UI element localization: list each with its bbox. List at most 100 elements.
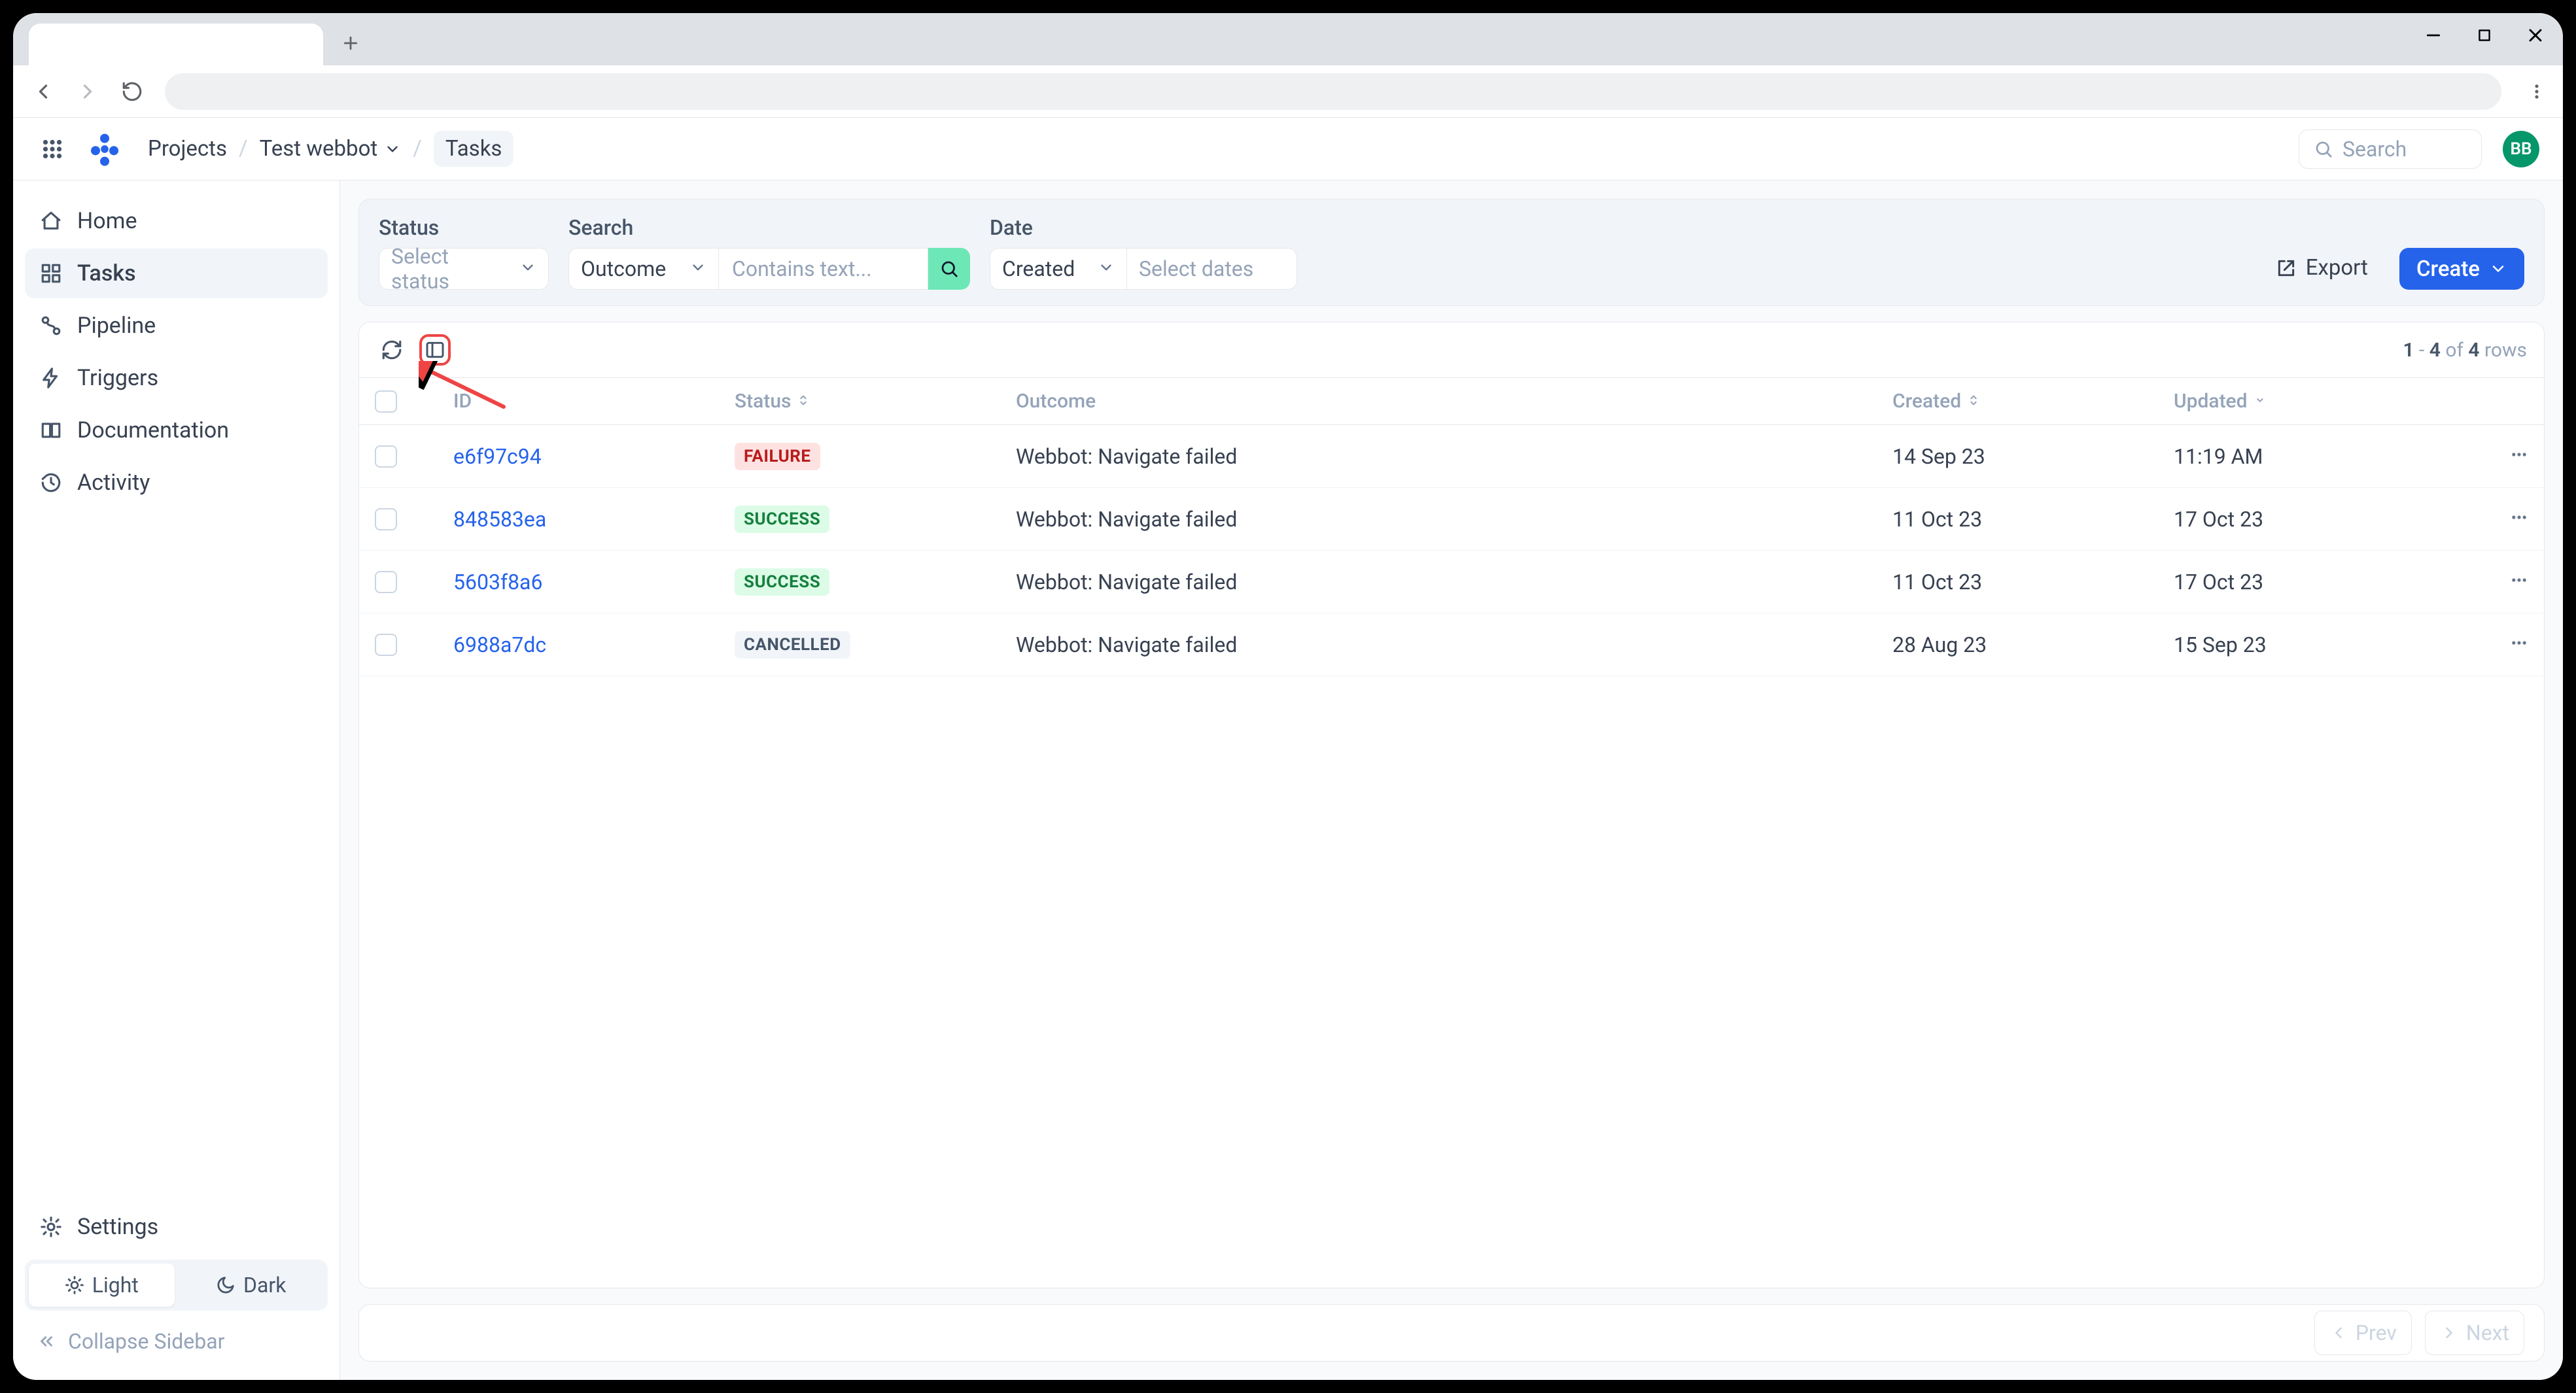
- avatar[interactable]: BB: [2503, 131, 2539, 167]
- app-logo[interactable]: [86, 131, 123, 167]
- sidebar-item-label: Home: [77, 208, 137, 234]
- sidebar-item-triggers[interactable]: Triggers: [25, 353, 328, 403]
- sidebar: Home Tasks Pipeline Triggers: [13, 181, 340, 1380]
- sidebar-item-label: Documentation: [77, 417, 229, 443]
- refresh-button[interactable]: [376, 334, 408, 366]
- chevrons-left-icon: [37, 1332, 56, 1351]
- table-row: 5603f8a6SUCCESSWebbot: Navigate failed11…: [359, 551, 2544, 613]
- close-window-button[interactable]: [2525, 25, 2546, 46]
- chevron-down-icon: [384, 141, 401, 158]
- maximize-button[interactable]: [2474, 25, 2495, 46]
- row-actions-button[interactable]: [2439, 488, 2544, 551]
- sidebar-item-label: Triggers: [77, 365, 158, 391]
- cell-outcome: Webbot: Navigate failed: [1000, 613, 1877, 676]
- sidebar-item-settings[interactable]: Settings: [25, 1202, 328, 1252]
- minimize-button[interactable]: [2423, 25, 2444, 46]
- app-header: Projects / Test webbot / Tasks Search BB: [13, 118, 2563, 181]
- filter-date-input[interactable]: Select dates: [1127, 248, 1297, 290]
- sidebar-item-home[interactable]: Home: [25, 196, 328, 246]
- task-id-link[interactable]: 5603f8a6: [453, 570, 542, 594]
- row-checkbox[interactable]: [375, 634, 397, 656]
- theme-light-label: Light: [92, 1273, 139, 1298]
- pager-next-button[interactable]: Next: [2425, 1311, 2524, 1355]
- status-badge: CANCELLED: [735, 631, 850, 659]
- row-checkbox[interactable]: [375, 508, 397, 530]
- export-label: Export: [2306, 255, 2368, 281]
- nav-back-button[interactable]: [26, 75, 60, 109]
- browser-tab[interactable]: [29, 24, 323, 65]
- col-checkbox: [359, 378, 438, 425]
- task-id-link[interactable]: 848583ea: [453, 507, 546, 532]
- nav-forward-button[interactable]: [71, 75, 105, 109]
- arrow-left-icon: [2329, 1324, 2348, 1342]
- filter-date-scope-select[interactable]: Created: [990, 248, 1127, 290]
- cell-created: 11 Oct 23: [1877, 488, 2158, 551]
- col-updated[interactable]: Updated: [2158, 378, 2439, 425]
- theme-dark-button[interactable]: Dark: [179, 1264, 324, 1307]
- filter-search-input[interactable]: Contains text...: [719, 248, 928, 290]
- toggle-side-panel-button[interactable]: [419, 334, 451, 366]
- breadcrumb-current[interactable]: Tasks: [434, 131, 514, 167]
- col-status[interactable]: Status: [719, 378, 1000, 425]
- cell-outcome: Webbot: Navigate failed: [1000, 488, 1877, 551]
- sidebar-item-activity[interactable]: Activity: [25, 458, 328, 507]
- home-icon: [39, 209, 63, 233]
- row-checkbox[interactable]: [375, 571, 397, 593]
- cell-updated: 17 Oct 23: [2158, 488, 2439, 551]
- sidebar-item-pipeline[interactable]: Pipeline: [25, 301, 328, 351]
- sort-icon: [796, 393, 810, 407]
- cell-created: 28 Aug 23: [1877, 613, 2158, 676]
- sidebar-item-documentation[interactable]: Documentation: [25, 405, 328, 455]
- cell-created: 11 Oct 23: [1877, 551, 2158, 613]
- col-created[interactable]: Created: [1877, 378, 2158, 425]
- url-input[interactable]: [165, 73, 2501, 110]
- pager: Prev Next: [358, 1304, 2545, 1362]
- breadcrumb-projects[interactable]: Projects: [148, 136, 227, 162]
- col-id: ID: [438, 378, 719, 425]
- sun-icon: [65, 1275, 84, 1295]
- collapse-sidebar-button[interactable]: Collapse Sidebar: [25, 1318, 328, 1364]
- cell-updated: 11:19 AM: [2158, 425, 2439, 488]
- grid-icon: [39, 262, 63, 285]
- browser-menu-button[interactable]: [2524, 82, 2550, 101]
- new-tab-button[interactable]: [336, 29, 365, 58]
- sidebar-nav: Home Tasks Pipeline Triggers: [25, 196, 328, 1202]
- row-checkbox[interactable]: [375, 445, 397, 468]
- table-row: 848583eaSUCCESSWebbot: Navigate failed11…: [359, 488, 2544, 551]
- export-button[interactable]: Export: [2264, 246, 2380, 290]
- theme-light-button[interactable]: Light: [29, 1264, 175, 1307]
- pager-next-genericlabel: Next: [2466, 1320, 2509, 1345]
- app-switcher-icon[interactable]: [37, 133, 68, 165]
- search-icon: [2314, 139, 2333, 159]
- main-area: Status Select status Search Outcome: [340, 181, 2563, 1380]
- status-badge: FAILURE: [735, 443, 820, 470]
- filter-status-select[interactable]: Select status: [379, 248, 549, 290]
- filter-search-submit[interactable]: [928, 248, 970, 290]
- gear-icon: [39, 1215, 63, 1239]
- pager-prev-label: Prev: [2356, 1320, 2397, 1345]
- table-toolbar: 1 - 4 of 4 rows: [359, 322, 2544, 377]
- task-id-link[interactable]: e6f97c94: [453, 444, 542, 469]
- create-button[interactable]: Create: [2399, 248, 2524, 290]
- cell-created: 14 Sep 23: [1877, 425, 2158, 488]
- row-actions-button[interactable]: [2439, 551, 2544, 613]
- cell-outcome: Webbot: Navigate failed: [1000, 425, 1877, 488]
- browser-window: Projects / Test webbot / Tasks Search BB: [13, 13, 2563, 1380]
- task-id-link[interactable]: 6988a7dc: [453, 632, 546, 657]
- chevron-down-icon: [1098, 256, 1115, 281]
- refresh-icon: [381, 339, 403, 361]
- select-all-checkbox[interactable]: [375, 390, 397, 413]
- filter-search-scope-select[interactable]: Outcome: [568, 248, 719, 290]
- row-actions-button[interactable]: [2439, 425, 2544, 488]
- breadcrumb-sep: /: [413, 136, 422, 162]
- chevron-down-icon: [689, 256, 706, 281]
- pager-prev-button[interactable]: Prev: [2314, 1311, 2412, 1355]
- nav-reload-button[interactable]: [115, 75, 149, 109]
- external-link-icon: [2276, 258, 2297, 279]
- breadcrumb-project-dropdown[interactable]: Test webbot: [260, 136, 402, 162]
- sidebar-item-label: Tasks: [77, 260, 136, 286]
- row-actions-button[interactable]: [2439, 613, 2544, 676]
- global-search-input[interactable]: Search: [2299, 129, 2482, 169]
- sidebar-item-tasks[interactable]: Tasks: [25, 249, 328, 298]
- cell-updated: 15 Sep 23: [2158, 613, 2439, 676]
